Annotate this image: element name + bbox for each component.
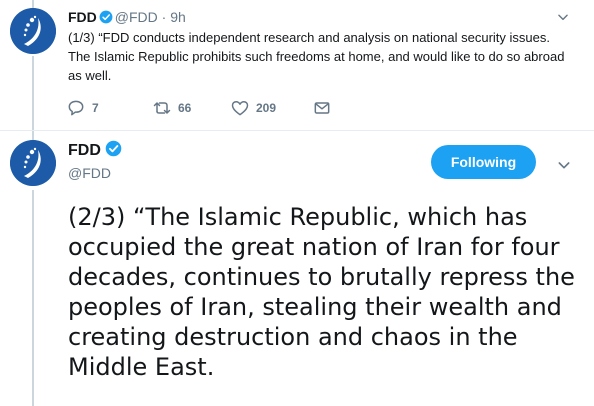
retweet-button[interactable]: 66 xyxy=(152,98,191,118)
reply-icon xyxy=(66,98,86,118)
like-button[interactable]: 209 xyxy=(230,98,276,118)
retweet-icon xyxy=(152,98,172,118)
handle[interactable]: @FDD xyxy=(115,9,158,25)
tweet-text: (1/3) “FDD conducts independent research… xyxy=(68,30,565,83)
timestamp[interactable]: 9h xyxy=(170,9,186,25)
verified-badge-icon xyxy=(99,10,113,28)
thread-line-top xyxy=(32,0,34,8)
fdd-logo-icon xyxy=(10,140,56,186)
tweet-text: (2/3) “The Islamic Republic, which has o… xyxy=(68,203,575,381)
fdd-logo-icon xyxy=(10,8,56,54)
display-name[interactable]: FDD xyxy=(68,142,101,159)
avatar[interactable] xyxy=(10,140,56,186)
tweet-divider xyxy=(0,130,594,131)
display-name[interactable]: FDD xyxy=(68,9,97,25)
direct-message-icon xyxy=(312,98,332,118)
following-button[interactable]: Following xyxy=(431,145,536,179)
tweet-header: FDD @FDD · 9h xyxy=(68,8,186,28)
reply-button[interactable]: 7 xyxy=(66,98,99,118)
tweet-header: FDD xyxy=(68,140,124,163)
avatar[interactable] xyxy=(10,8,56,54)
thread-line-lower xyxy=(32,190,34,406)
handle[interactable]: @FDD xyxy=(68,164,111,182)
retweet-count: 66 xyxy=(178,101,192,115)
chevron-down-icon[interactable] xyxy=(556,10,570,29)
thread-line-bottom xyxy=(32,56,34,140)
direct-message-button[interactable] xyxy=(312,98,332,118)
separator: · xyxy=(161,9,167,25)
verified-badge-icon xyxy=(105,140,122,163)
like-count: 209 xyxy=(256,101,277,115)
reply-count: 7 xyxy=(92,101,99,115)
like-icon xyxy=(230,98,250,118)
chevron-down-icon[interactable] xyxy=(556,157,572,178)
